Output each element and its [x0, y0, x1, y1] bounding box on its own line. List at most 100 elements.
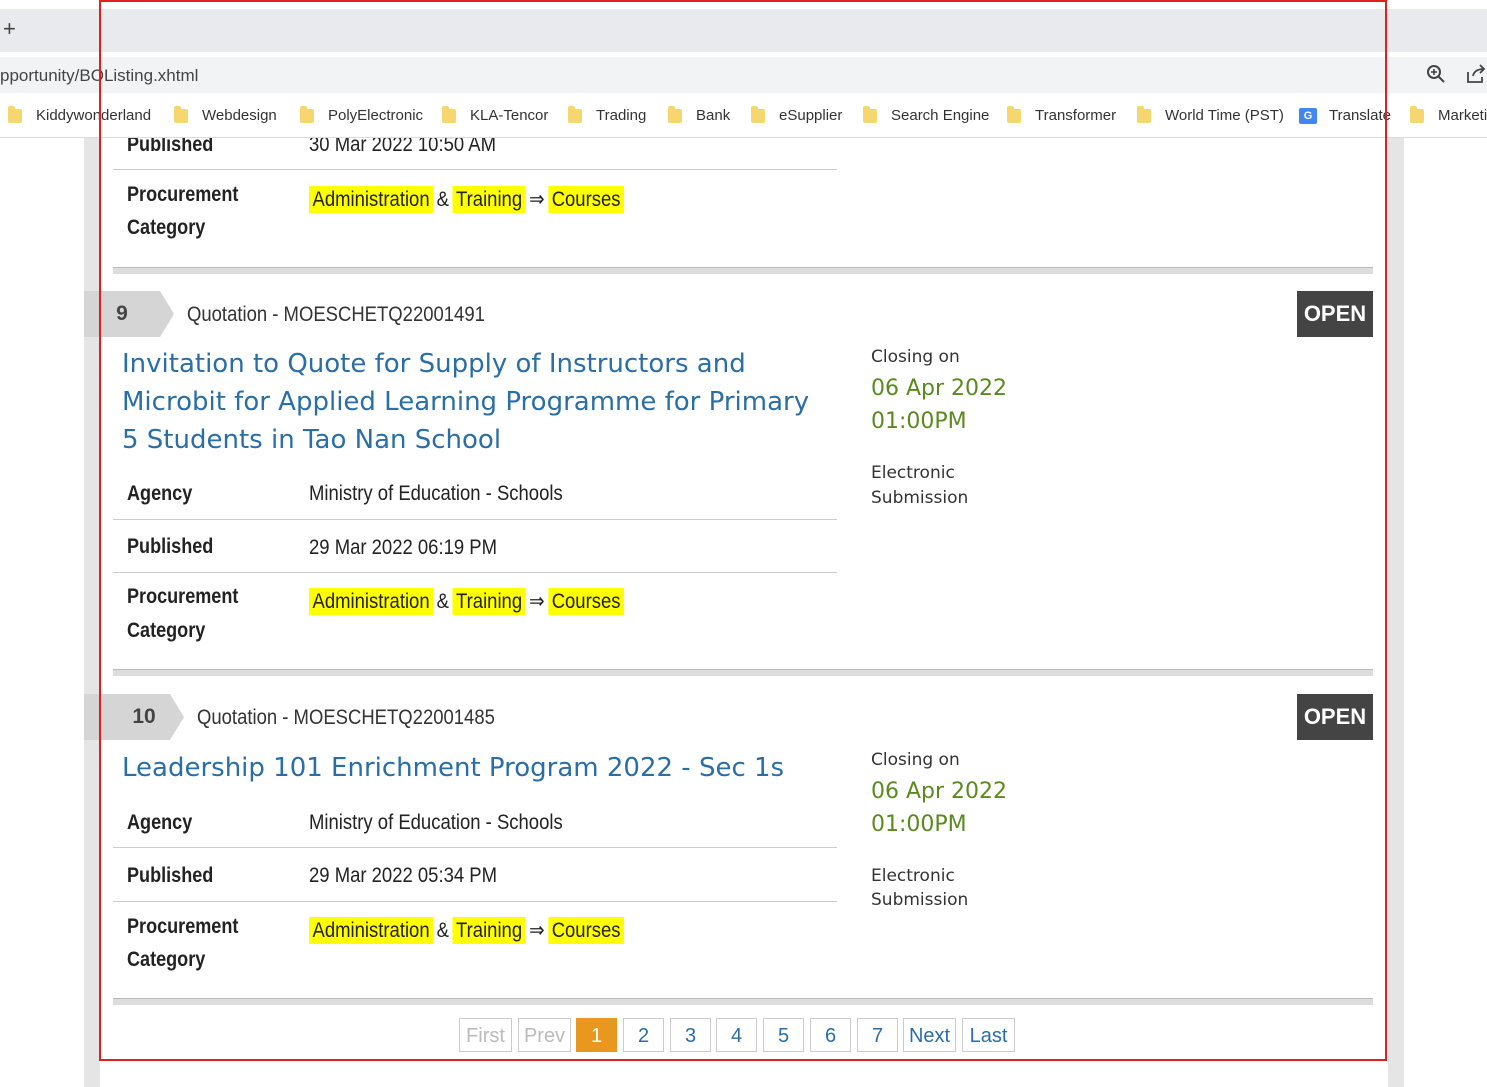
- bookmark-webdesign[interactable]: Webdesign: [174, 105, 277, 124]
- listing-title-link[interactable]: Invitation to Quote for Supply of Instru…: [122, 345, 832, 459]
- category-label: Category: [127, 619, 206, 642]
- listing-number: 10: [84, 694, 184, 740]
- category-label: Category: [127, 216, 206, 239]
- tab-strip: +: [0, 0, 1487, 52]
- agency-value: Ministry of Education - Schools: [309, 811, 563, 834]
- category-label: Procurement: [127, 183, 239, 206]
- category-label: Procurement: [127, 915, 239, 938]
- closing-date: 06 Apr 2022: [871, 376, 1008, 401]
- submission-type: Submission: [871, 890, 969, 910]
- published-label: Published: [127, 864, 214, 887]
- next-page-button[interactable]: Next: [903, 1018, 956, 1052]
- url-text: pportunity/BOListing.xhtml: [0, 66, 199, 85]
- last-page-button[interactable]: Last: [962, 1018, 1015, 1052]
- page-1-button[interactable]: 1: [576, 1018, 617, 1052]
- bookmark-translate[interactable]: G Translate: [1299, 107, 1391, 124]
- category-tag[interactable]: Courses: [548, 588, 625, 615]
- agency-label: Agency: [127, 482, 193, 505]
- url-field[interactable]: pportunity/BOListing.xhtml: [0, 57, 1487, 93]
- row-divider: [113, 572, 837, 573]
- category-label: Category: [127, 948, 206, 971]
- category-path: Administration & Training ⇒ Courses: [309, 917, 625, 944]
- new-tab-button[interactable]: +: [3, 18, 16, 40]
- folder-icon: [174, 105, 188, 123]
- folder-icon: [1007, 105, 1021, 123]
- published-value: 30 Mar 2022 10:50 AM: [309, 138, 496, 156]
- listing-separator: [113, 998, 1373, 1005]
- category-path: Administration & Training ⇒ Courses: [309, 588, 625, 615]
- bookmark-marketing[interactable]: Marketi: [1410, 105, 1487, 124]
- bookmark-transformer[interactable]: Transformer: [1007, 105, 1116, 124]
- bookmark-world-time[interactable]: World Time (PST): [1137, 105, 1284, 124]
- status-badge: OPEN: [1297, 291, 1373, 337]
- prev-page-button[interactable]: Prev: [518, 1018, 571, 1052]
- row-divider: [113, 519, 837, 520]
- category-label: Procurement: [127, 585, 239, 608]
- bookmark-kiddywonderland[interactable]: Kiddywonderland: [8, 105, 151, 124]
- folder-icon: [863, 105, 877, 123]
- published-value: 29 Mar 2022 05:34 PM: [309, 864, 498, 887]
- page-5-button[interactable]: 5: [763, 1018, 804, 1052]
- listing-separator: [113, 267, 1373, 274]
- category-tag[interactable]: Administration: [309, 186, 434, 213]
- bookmark-polyelectronic[interactable]: PolyElectronic: [300, 105, 423, 124]
- bookmark-kla-tencor[interactable]: KLA-Tencor: [442, 105, 548, 124]
- agency-label: Agency: [127, 811, 193, 834]
- bookmark-esupplier[interactable]: eSupplier: [751, 105, 842, 124]
- row-divider: [113, 169, 837, 170]
- row-divider: [113, 901, 837, 902]
- closing-time: 01:00PM: [871, 409, 967, 434]
- closing-time: 01:00PM: [871, 812, 967, 837]
- closing-label: Closing on: [871, 347, 960, 367]
- page-4-button[interactable]: 4: [716, 1018, 757, 1052]
- listing-title-link[interactable]: Leadership 101 Enrichment Program 2022 -…: [122, 749, 832, 787]
- page-viewport: Published 30 Mar 2022 10:50 AM Procureme…: [0, 138, 1487, 1087]
- submission-type: Submission: [871, 488, 969, 508]
- address-bar: pportunity/BOListing.xhtml: [0, 52, 1487, 98]
- google-translate-icon: G: [1299, 107, 1317, 124]
- page-3-button[interactable]: 3: [670, 1018, 711, 1052]
- bookmark-bank[interactable]: Bank: [668, 105, 730, 124]
- folder-icon: [8, 105, 22, 123]
- bookmarks-bar: Kiddywonderland Webdesign PolyElectronic…: [0, 98, 1487, 138]
- folder-icon: [668, 105, 682, 123]
- zoom-icon[interactable]: [1426, 64, 1446, 84]
- folder-icon: [300, 105, 314, 123]
- listing-reference: Quotation - MOESCHETQ22001491: [187, 303, 485, 326]
- agency-value: Ministry of Education - Schools: [309, 482, 563, 505]
- category-tag[interactable]: Courses: [548, 186, 625, 213]
- category-tag[interactable]: Training: [452, 588, 526, 615]
- tab-bar: [0, 9, 1487, 52]
- category-tag[interactable]: Training: [452, 917, 526, 944]
- submission-type: Electronic: [871, 866, 955, 886]
- folder-icon: [442, 105, 456, 123]
- listing-separator: [113, 669, 1373, 676]
- share-icon[interactable]: [1465, 64, 1487, 84]
- category-tag[interactable]: Administration: [309, 917, 434, 944]
- closing-label: Closing on: [871, 750, 960, 770]
- category-tag[interactable]: Administration: [309, 588, 434, 615]
- category-path: Administration & Training ⇒ Courses: [309, 186, 625, 213]
- page-6-button[interactable]: 6: [810, 1018, 851, 1052]
- category-tag[interactable]: Training: [452, 186, 526, 213]
- page-7-button[interactable]: 7: [857, 1018, 898, 1052]
- bookmark-search-engine[interactable]: Search Engine: [863, 105, 989, 124]
- category-tag[interactable]: Courses: [548, 917, 625, 944]
- folder-icon: [1137, 105, 1151, 123]
- first-page-button[interactable]: First: [459, 1018, 512, 1052]
- page-2-button[interactable]: 2: [623, 1018, 664, 1052]
- listing-reference: Quotation - MOESCHETQ22001485: [197, 706, 495, 729]
- closing-date: 06 Apr 2022: [871, 779, 1008, 804]
- listing-panel: [100, 138, 1388, 1087]
- published-label: Published: [127, 138, 214, 156]
- status-badge: OPEN: [1297, 694, 1373, 740]
- folder-icon: [568, 105, 582, 123]
- listing-number: 9: [84, 291, 174, 337]
- published-label: Published: [127, 535, 214, 558]
- published-value: 29 Mar 2022 06:19 PM: [309, 536, 498, 559]
- bookmark-trading[interactable]: Trading: [568, 105, 646, 124]
- submission-type: Electronic: [871, 463, 955, 483]
- row-divider: [113, 847, 837, 848]
- folder-icon: [751, 105, 765, 123]
- folder-icon: [1410, 105, 1424, 123]
